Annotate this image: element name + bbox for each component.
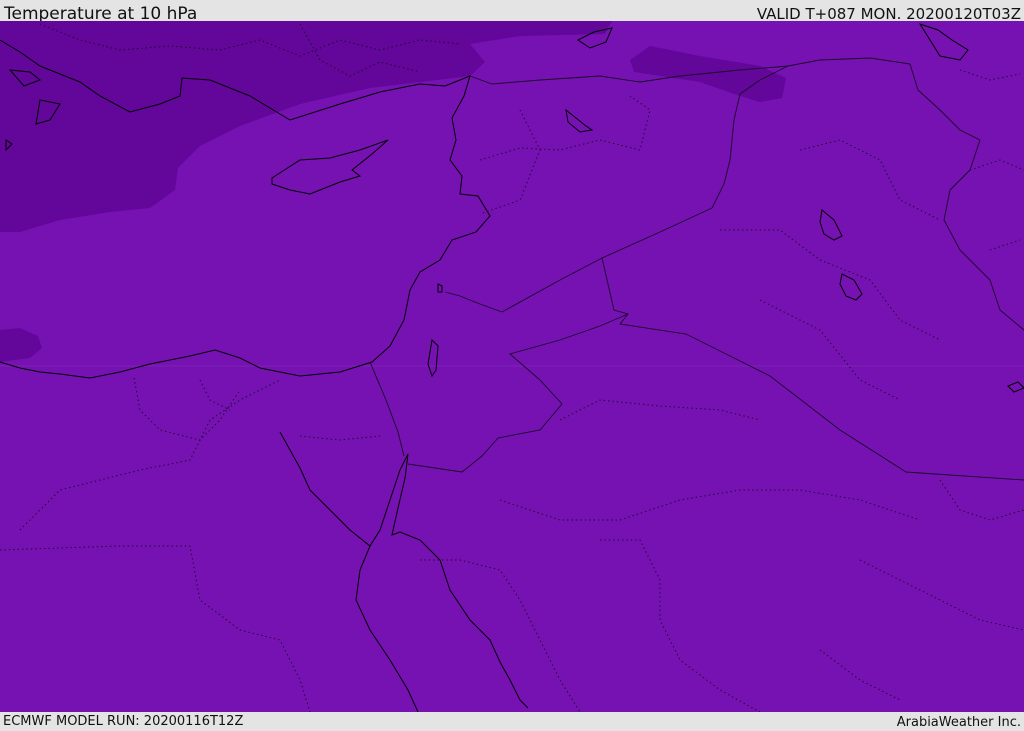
header-bar: Temperature at 10 hPa VALID T+087 MON. 2… xyxy=(0,0,1024,24)
model-run-label: ECMWF MODEL RUN: 20200116T12Z xyxy=(3,714,244,729)
credit-label: ArabiaWeather Inc. xyxy=(896,715,1021,730)
map-area xyxy=(0,21,1024,712)
map-canvas xyxy=(0,21,1024,712)
footer-bar: ECMWF MODEL RUN: 20200116T12Z ArabiaWeat… xyxy=(0,712,1024,730)
